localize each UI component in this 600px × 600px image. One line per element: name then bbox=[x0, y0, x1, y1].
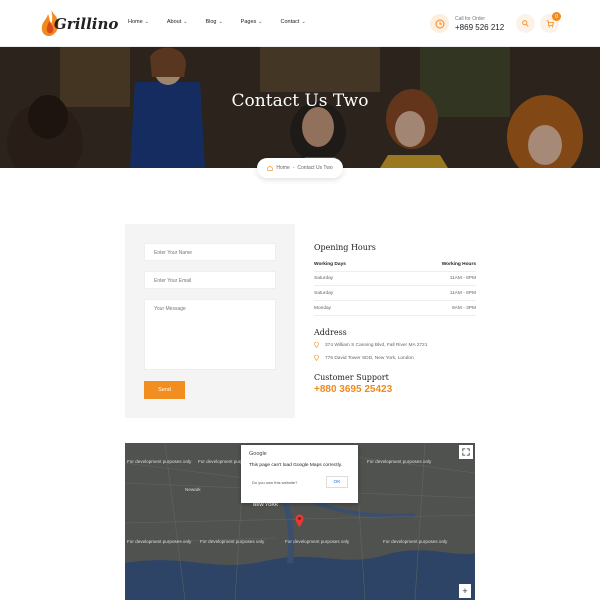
dialog-message: This page can't load Google Maps correct… bbox=[249, 463, 343, 468]
hours-day: Saturday bbox=[314, 291, 334, 296]
hours-header-days: Working Days bbox=[314, 262, 346, 267]
map-watermark: For development purposes only bbox=[127, 459, 192, 464]
call-label: Call for Order bbox=[455, 15, 486, 22]
chevron-down-icon: ⌄ bbox=[258, 19, 263, 25]
call-number: +869 526 212 bbox=[455, 22, 505, 32]
contact-info: Opening Hours Working Days Working Hours… bbox=[314, 243, 476, 395]
zoom-in-button[interactable]: + bbox=[459, 584, 471, 598]
cart-icon bbox=[546, 19, 554, 28]
nav-home-label: Home bbox=[128, 19, 143, 25]
contact-form: Enter Your Name Enter Your Email Your Me… bbox=[125, 224, 295, 418]
breadcrumb: Home - Contact Us Two bbox=[257, 158, 343, 178]
maps-error-dialog: Google This page can't load Google Maps … bbox=[241, 445, 358, 503]
breadcrumb-separator: - bbox=[292, 165, 295, 171]
page-title: Contact Us Two bbox=[231, 91, 369, 111]
hours-day: Saturday bbox=[314, 276, 334, 281]
address-line: 776 David Tower SDD, New York, London bbox=[314, 355, 414, 361]
breadcrumb-home[interactable]: Home bbox=[276, 165, 289, 171]
hours-time: 11AM - 6PM bbox=[449, 291, 476, 296]
table-row: Saturday 11AM - 6PM bbox=[314, 287, 476, 301]
chevron-down-icon: ⌄ bbox=[301, 19, 306, 25]
address-text: 374 William S Canning Blvd, Fall River M… bbox=[325, 342, 428, 348]
table-row: Saturday 11AM - 6PM bbox=[314, 272, 476, 286]
nav-contact[interactable]: Contact ⌄ bbox=[280, 19, 305, 25]
map-pin-icon bbox=[314, 355, 319, 361]
send-button[interactable]: Send bbox=[144, 381, 185, 399]
email-field[interactable]: Enter Your Email bbox=[144, 271, 276, 289]
nav-about-label: About bbox=[166, 19, 182, 25]
cart-count-badge: 0 bbox=[552, 12, 561, 21]
address-text: 776 David Tower SDD, New York, London bbox=[325, 355, 414, 361]
clock-icon bbox=[430, 14, 449, 33]
message-field[interactable]: Your Message bbox=[144, 299, 276, 370]
chevron-down-icon: ⌄ bbox=[183, 19, 188, 25]
support-phone[interactable]: +880 3695 25423 bbox=[314, 384, 392, 395]
nav-blog[interactable]: Blog ⌄ bbox=[205, 19, 222, 25]
opening-hours-title: Opening Hours bbox=[314, 243, 376, 252]
nav-blog-label: Blog bbox=[205, 19, 217, 25]
map-pin-icon bbox=[314, 342, 319, 348]
breadcrumb-current: Contact Us Two bbox=[297, 165, 333, 171]
nav-pages-label: Pages bbox=[240, 19, 257, 25]
name-field[interactable]: Enter Your Name bbox=[144, 243, 276, 261]
search-icon bbox=[522, 20, 529, 27]
chevron-down-icon: ⌄ bbox=[218, 19, 223, 25]
dialog-question[interactable]: Do you own this website? bbox=[252, 480, 297, 485]
hours-time: 11AM - 6PM bbox=[449, 276, 476, 281]
hours-header-row: Working Days Working Hours bbox=[314, 258, 476, 272]
nav-contact-label: Contact bbox=[280, 19, 300, 25]
main-nav: Home ⌄ About ⌄ Blog ⌄ Pages ⌄ Contact ⌄ bbox=[128, 19, 324, 25]
map-watermark: For development purposes only bbox=[383, 539, 448, 544]
map-watermark: For development purposes only bbox=[200, 539, 265, 544]
customer-support-title: Customer Support bbox=[314, 373, 389, 382]
map-label-newark: Newark bbox=[185, 487, 201, 492]
hours-time: 9AM - 3PM bbox=[452, 306, 476, 311]
nav-pages[interactable]: Pages ⌄ bbox=[241, 19, 263, 25]
hours-day: Monday bbox=[314, 306, 332, 311]
map-watermark: For development purposes only bbox=[127, 539, 192, 544]
call-for-order[interactable]: Call for Order +869 526 212 bbox=[430, 14, 504, 33]
map-watermark: For development purposes only bbox=[367, 459, 432, 464]
dialog-ok-button[interactable]: OK bbox=[326, 476, 348, 488]
home-icon bbox=[267, 165, 274, 171]
brand-logo[interactable]: Grillino bbox=[40, 9, 118, 39]
cart-button[interactable]: 0 bbox=[540, 12, 561, 33]
fullscreen-button[interactable] bbox=[459, 445, 473, 459]
map-watermark: For development purposes only bbox=[285, 539, 350, 544]
chevron-down-icon: ⌄ bbox=[144, 19, 149, 25]
search-button[interactable] bbox=[516, 14, 535, 33]
nav-about[interactable]: About ⌄ bbox=[167, 19, 188, 25]
hours-header-hours: Working Hours bbox=[441, 262, 476, 267]
table-row: Monday 9AM - 3PM bbox=[314, 302, 476, 316]
hero-banner: Contact Us Two bbox=[0, 47, 600, 168]
brand-name: Grillino bbox=[54, 15, 119, 33]
dialog-title: Google bbox=[249, 451, 267, 457]
map-marker-icon[interactable] bbox=[295, 514, 304, 528]
address-title: Address bbox=[314, 328, 347, 337]
address-line: 374 William S Canning Blvd, Fall River M… bbox=[314, 342, 427, 348]
site-header: Grillino Home ⌄ About ⌄ Blog ⌄ Pages ⌄ Conta… bbox=[0, 0, 600, 47]
nav-home[interactable]: Home ⌄ bbox=[128, 19, 149, 25]
fullscreen-icon bbox=[462, 448, 470, 456]
